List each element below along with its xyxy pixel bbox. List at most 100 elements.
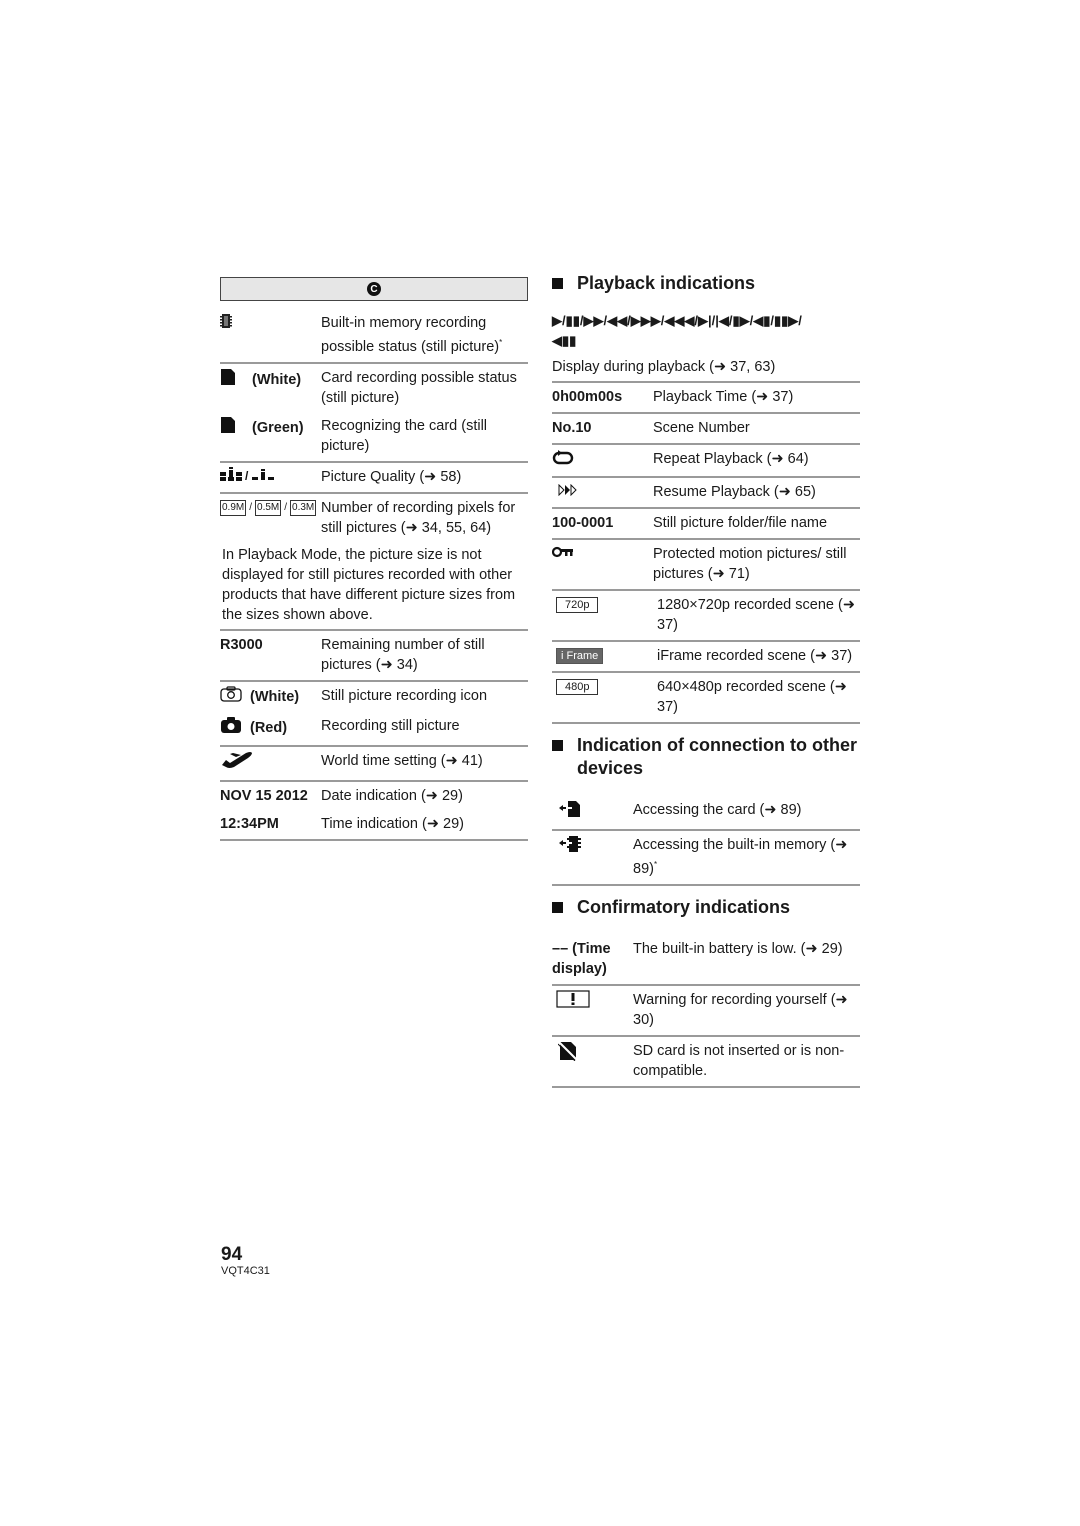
date-time-group: NOV 15 2012 Date indication (➜ 29) 12:34… (220, 782, 528, 841)
row-description: Built-in memory recording possible statu… (321, 315, 500, 355)
row-label: 0h00m00s (552, 389, 623, 405)
world-time-group: World time setting (➜ 41) (220, 747, 528, 782)
no-sd-card-icon (557, 1041, 578, 1067)
table-row: Repeat Playback (➜ 64) (552, 445, 860, 478)
row-description: Date indication (➜ 29) (321, 787, 463, 804)
table-row: Accessing the card (➜ 89) (552, 796, 860, 831)
sd-card-icon (220, 368, 236, 392)
table-row: 12:34PM Time indication (➜ 29) (220, 813, 528, 835)
connection-table: Accessing the card (➜ 89) Accessing the … (552, 796, 860, 886)
sd-card-icon (220, 416, 236, 440)
table-row: 0h00m00s Playback Time (➜ 37) (552, 383, 860, 414)
row-description: The built-in battery is low. (➜ 29) (633, 940, 843, 957)
row-description: 1280×720p recorded scene (➜ 37) (657, 597, 855, 633)
sd-card-group: (White) Card recording possible status (… (220, 364, 528, 463)
row-description: 640×480p recorded scene (➜ 37) (657, 679, 847, 715)
confirmatory-table: –– (Time display) The built-in battery i… (552, 935, 860, 1088)
row-description: Time indication (➜ 29) (321, 815, 464, 832)
row-description: Picture Quality (➜ 58) (321, 468, 462, 485)
page-number: 94 (221, 1244, 243, 1265)
table-row: Resume Playback (➜ 65) (552, 478, 860, 509)
row-description: Protected motion pictures/ still picture… (653, 546, 847, 582)
table-row: (Green) Recognizing the card (still pict… (220, 415, 528, 457)
row-description: Still picture recording icon (321, 687, 488, 704)
row-label: NOV 15 2012 (220, 787, 308, 804)
confirmatory-title: Confirmatory indications (577, 896, 791, 917)
row-description: Still picture folder/file name (653, 515, 828, 531)
row-label: 12:34PM (220, 815, 279, 832)
table-row: SD card is not inserted or is non-compat… (552, 1037, 860, 1088)
builtin-memory-icon (220, 313, 232, 335)
row-label: –– (Time display) (552, 940, 611, 977)
color-qualifier: (White) (252, 371, 302, 388)
footnote-mark: * (499, 338, 503, 347)
table-row: Accessing the built-in memory (➜ 89)* (552, 831, 860, 886)
iframe-badge: i Frame (556, 648, 604, 664)
airplane-icon (220, 751, 254, 775)
camera-outline-icon (220, 686, 242, 708)
protect-key-icon (551, 544, 574, 564)
svg-text:/: / (245, 469, 249, 481)
row-description: iFrame recorded scene (➜ 37) (657, 648, 853, 664)
row-description: Card recording possible status (still pi… (321, 369, 517, 406)
builtin-memory-group: Built-in memory recording possible statu… (220, 309, 528, 364)
row-description: Repeat Playback (➜ 64) (653, 451, 809, 467)
table-row: (White) Card recording possible status (… (220, 367, 528, 409)
row-description: Scene Number (653, 420, 750, 436)
table-row: 0.9M/ 0.5M/ 0.3M Number of recording pix… (220, 497, 528, 539)
color-qualifier: (Green) (252, 419, 304, 436)
row-label: No.10 (552, 420, 592, 436)
table-row: 720p 1280×720p recorded scene (➜ 37) (552, 591, 860, 642)
playback-title: Playback indications (577, 273, 756, 293)
color-qualifier: (White) (250, 688, 300, 705)
row-description: Remaining number of still pictures (➜ 34… (321, 636, 485, 673)
table-row: Warning for recording yourself (➜ 30) (552, 986, 860, 1037)
playback-symbols: ▶/▮▮/▶▶/◀◀/▶▶▶/◀◀◀/▶|/|◀/▮▶/◀▮/▮▮▶/ ◀▮▮ (552, 313, 802, 348)
table-row: NOV 15 2012 Date indication (➜ 29) (220, 785, 528, 807)
table-row: No.10 Scene Number (552, 414, 860, 445)
resume-icon (558, 482, 578, 502)
camera-group: (White) Still picture recording icon (Re… (220, 682, 528, 747)
row-description: Recognizing the card (still picture) (321, 417, 488, 454)
bullet-square-icon (552, 901, 563, 913)
playback-caption: Display during playback (➜ 37, 63) (552, 357, 860, 383)
row-description: Number of recording pixels for still pic… (321, 499, 516, 536)
row-description: Accessing the card (➜ 89) (633, 802, 802, 818)
playback-size-note: In Playback Mode, the picture size is no… (220, 541, 528, 631)
table-row: Built-in memory recording possible statu… (220, 312, 528, 358)
table-row: World time setting (➜ 41) (220, 750, 528, 776)
row-description: Accessing the built-in memory (➜ 89) (633, 837, 848, 877)
table-row: 480p 640×480p recorded scene (➜ 37) (552, 673, 860, 724)
section-title: Playback indications (552, 272, 860, 295)
row-label: R3000 (220, 636, 263, 653)
picture-quality-group: / Picture Quality (➜ 58) (220, 463, 528, 494)
recording-pixels-group: 0.9M/ 0.5M/ 0.3M Number of recording pix… (220, 494, 528, 541)
row-description: World time setting (➜ 41) (321, 752, 483, 769)
table-row: / Picture Quality (➜ 58) (220, 466, 528, 488)
picture-quality-icon: / (220, 466, 276, 487)
row-description: Resume Playback (➜ 65) (653, 484, 816, 500)
table-row: R3000 Remaining number of still pictures… (220, 634, 528, 676)
warning-box-icon (556, 990, 590, 1014)
row-description: SD card is not inserted or is non-compat… (633, 1042, 845, 1079)
table-row: i Frame iFrame recorded scene (➜ 37) (552, 642, 860, 673)
connection-title: Indication of connection to other device… (577, 735, 857, 778)
document-code: VQT4C31 (221, 1265, 270, 1277)
table-row: 100-0001 Still picture folder/file name (552, 509, 860, 540)
access-card-icon (558, 800, 582, 824)
table-row: –– (Time display) The built-in battery i… (552, 935, 860, 986)
row-label: 100-0001 (552, 515, 614, 531)
table-row: (White) Still picture recording icon (220, 685, 528, 709)
camera-filled-icon (220, 716, 242, 740)
bullet-square-icon (552, 740, 563, 751)
mode-header: C (220, 277, 528, 301)
repeat-icon (552, 449, 574, 471)
row-description: Warning for recording yourself (➜ 30) (633, 991, 848, 1028)
section-title: Confirmatory indications (552, 896, 860, 919)
480p-badge: 480p (556, 679, 599, 695)
720p-badge: 720p (556, 597, 599, 613)
table-row: Protected motion pictures/ still picture… (551, 540, 860, 591)
table-row: (Red) Recording still picture (220, 715, 528, 741)
access-memory-icon (558, 835, 582, 859)
color-qualifier: (Red) (250, 719, 288, 736)
